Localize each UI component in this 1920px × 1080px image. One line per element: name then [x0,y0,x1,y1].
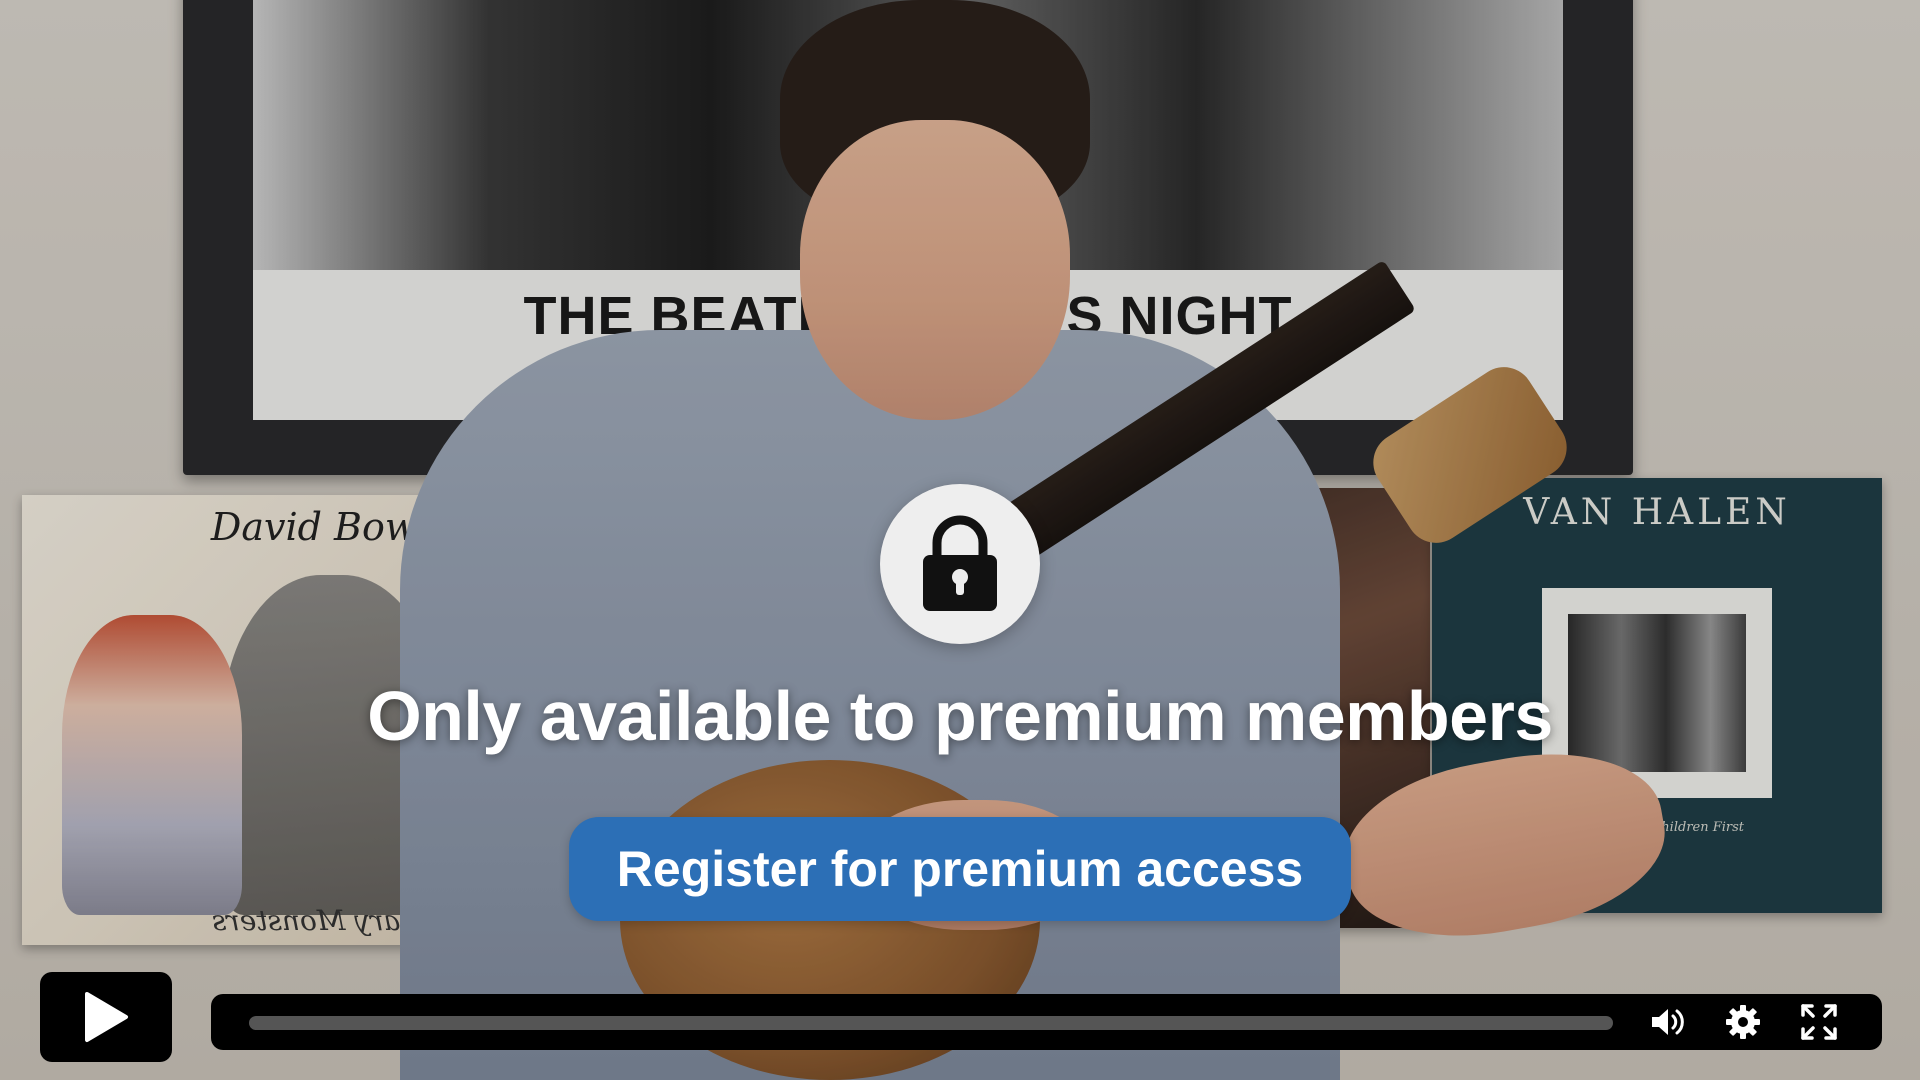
play-button[interactable] [40,972,172,1062]
premium-message: Only available to premium members [367,677,1553,755]
gear-icon [1726,1005,1760,1039]
control-bar [211,994,1882,1050]
lock-badge [880,484,1040,644]
fullscreen-icon [1801,1004,1837,1040]
fullscreen-button[interactable] [1799,1002,1839,1042]
progress-bar[interactable] [249,1016,1613,1030]
play-icon [85,992,128,1042]
volume-icon [1652,1009,1684,1035]
lock-icon [923,515,997,611]
register-premium-button[interactable]: Register for premium access [569,817,1351,921]
volume-button[interactable] [1647,1002,1687,1042]
settings-button[interactable] [1723,1002,1763,1042]
video-player: THE BEATLE D DAY'S NIGHT David Bowie Sca… [0,0,1920,1080]
